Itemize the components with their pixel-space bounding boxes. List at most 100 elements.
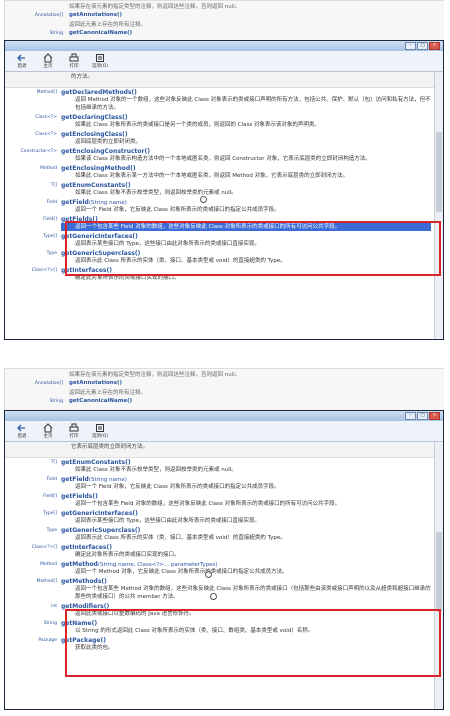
method-name-link[interactable]: getField [61, 199, 89, 206]
method-entry: Method[] getDeclaredMethods() 返回 Method 对象… [5, 88, 435, 113]
close-button[interactable]: ✕ [429, 412, 440, 420]
method-body: getMethods() 返回一个包含某些 Method 对象的数组，这些对象反映… [61, 578, 431, 601]
method-name-link[interactable]: getMethod [61, 561, 98, 568]
return-type[interactable]: Type [5, 527, 61, 542]
method-description: 如果该 Class 对象表示构造方法中的一个本地或匿名类，则返回 Constru… [75, 156, 371, 162]
return-type[interactable]: T[] [5, 182, 61, 197]
method-body: getMethod(String name, Class<?>... param… [61, 561, 431, 576]
minimize-button[interactable]: – [405, 42, 416, 50]
screenshot-bottom: 如果存在该元素的指定类型的注释，则返回这些注释，否则返回 null。 Annot… [4, 368, 444, 712]
return-type[interactable]: Class<?> [5, 131, 61, 146]
highlight-box [65, 221, 441, 276]
method-name-link[interactable]: getInterfaces() [61, 544, 112, 551]
method-description: 如果此 Class 对象不表示枚举类型，则返回枚举类的元素或 null。 [75, 190, 237, 196]
return-type[interactable]: Method[] [5, 89, 61, 112]
home-button[interactable]: 主页 [35, 423, 61, 439]
return-type[interactable]: Class<?>[] [5, 544, 61, 559]
return-type[interactable]: Constructor<?> [5, 148, 61, 163]
ghost-row: 如果存在该元素的指定类型的注释，则返回这些注释，否则返回 null。 [69, 3, 241, 10]
return-type[interactable]: Field[] [5, 493, 61, 508]
method-entry: Field[] getFields() 返回一个包含某些 Field 对象的数组，这… [5, 492, 435, 509]
doc-content: 的方法。 Method[] getDeclaredMethods() 返回 Meth… [5, 72, 435, 339]
printer-icon [69, 53, 79, 62]
ghost-row: 返回此元素上存在的所有注释。 [69, 21, 147, 28]
ghost-row: 返回此元素上存在的所有注释。 [69, 389, 147, 396]
method-name-link[interactable]: getGenericSuperclass() [61, 527, 140, 534]
method-description: 如果此 Class 对象表示某一方法中的一个本地或匿名类，则返回 Method … [75, 173, 349, 179]
return-type[interactable]: Package [5, 637, 61, 652]
method-entry: Field getField(String name) 返回一个 Field 对象，… [5, 198, 435, 215]
method-description: 返回底层类的立即封闭类。 [75, 139, 142, 145]
method-entry: Type getGenericSuperclass() 返回表示此 Class 所表… [5, 526, 435, 543]
method-name-link[interactable]: getDeclaredMethods() [61, 89, 137, 96]
method-entry: Class<?> getEnclosingClass() 返回底层类的立即封闭类。 [5, 130, 435, 147]
method-name-link[interactable]: getDeclaringClass() [61, 114, 128, 121]
print-button[interactable]: 打印 [61, 53, 87, 69]
method-name-link[interactable]: getEnumConstants() [61, 459, 131, 466]
highlight-box [65, 609, 441, 677]
method-body: getEnumConstants() 如果此 Class 对象不表示枚举类型，则返… [61, 459, 431, 474]
back-button[interactable]: 后退 [9, 53, 35, 69]
return-type[interactable]: Field [5, 199, 61, 214]
method-body: getGenericInterfaces() 返回表示某些接口的 Type，这些接… [61, 510, 431, 525]
help-window: – □ ✕ 后退 主页 打印 选项(O) 它表示底层类的立即封闭方法。 T[] … [4, 410, 444, 710]
scrollbar-thumb[interactable] [436, 532, 442, 612]
return-type[interactable]: String [5, 620, 61, 635]
toolbar: 后退 主页 打印 选项(O) [5, 421, 443, 442]
printer-icon [69, 423, 79, 432]
method-name-link[interactable]: getGenericInterfaces() [61, 510, 138, 517]
return-type[interactable]: int [5, 603, 61, 618]
method-entry: Type[] getGenericInterfaces() 返回表示某些接口的 Ty… [5, 509, 435, 526]
vertical-scrollbar[interactable] [434, 72, 443, 339]
options-button[interactable]: 选项(O) [87, 53, 113, 69]
minimize-button[interactable]: – [405, 412, 416, 420]
print-button[interactable]: 打印 [61, 423, 87, 439]
screenshot-top: 如果存在该元素的指定类型的注释，则返回这些注释，否则返回 null。 Annot… [4, 0, 444, 345]
scrollbar-thumb[interactable] [436, 132, 442, 212]
maximize-button[interactable]: □ [417, 42, 428, 50]
return-type[interactable]: Field [5, 476, 61, 491]
return-type[interactable]: Method [5, 165, 61, 180]
ghost-row: String getCanonicalName() [49, 397, 133, 404]
method-name-link[interactable]: getEnclosingClass() [61, 131, 128, 138]
return-type[interactable]: Class<?> [5, 114, 61, 129]
method-body: getField(String name) 返回一个 Field 对象，它反映此 … [61, 199, 431, 214]
method-description: 返回一个 Method 对象，它反映此 Class 对象所表示的类或接口的指定公… [75, 569, 288, 575]
method-entry: Class<?>[] getInterfaces() 确定此对象所表示的类或接口实现… [5, 543, 435, 560]
method-body: getDeclaringClass() 如果此 Class 对象所表示的类或接口是… [61, 114, 431, 129]
return-type[interactable]: Field[] [5, 216, 61, 231]
options-icon [96, 54, 104, 62]
options-icon [96, 424, 104, 432]
maximize-button[interactable]: □ [417, 412, 428, 420]
return-type[interactable]: T[] [5, 459, 61, 474]
home-button[interactable]: 主页 [35, 53, 61, 69]
title-bar: – □ ✕ [5, 41, 443, 51]
return-type[interactable]: Type[] [5, 510, 61, 525]
method-name-link[interactable]: getField [61, 476, 89, 483]
options-button[interactable]: 选项(O) [87, 423, 113, 439]
method-body: getDeclaredMethods() 返回 Method 对象的一个数组，这些… [61, 89, 431, 112]
method-name-link[interactable]: getFields() [61, 493, 98, 500]
method-body: getEnclosingClass() 返回底层类的立即封闭类。 [61, 131, 431, 146]
method-name-link[interactable]: getMethods() [61, 578, 107, 585]
back-arrow-icon [17, 54, 25, 62]
return-type[interactable]: Type [5, 250, 61, 265]
method-name-link[interactable]: getEnclosingConstructor() [61, 148, 150, 155]
method-name-link[interactable]: getEnclosingMethod() [61, 165, 136, 172]
method-description: 返回 Method 对象的一个数组，这些对象反映此 Class 对象表示的类或接… [75, 97, 431, 111]
ghost-row: String getCanonicalName() [49, 29, 133, 36]
return-type[interactable]: Class<?>[] [5, 267, 61, 282]
cursor-icon [205, 571, 212, 578]
method-description: 如果此 Class 对象所表示的类或接口是另一个类的成员，则返回的 Class … [75, 122, 320, 128]
method-description: 返回一个包含某些 Field 对象的数组，这些对象反映此 Class 对象所表示… [75, 501, 341, 507]
back-button[interactable]: 后退 [9, 423, 35, 439]
return-type[interactable]: Method[] [5, 578, 61, 601]
method-name-link[interactable]: getEnumConstants() [61, 182, 131, 189]
title-bar: – □ ✕ [5, 411, 443, 421]
return-type[interactable]: Method [5, 561, 61, 576]
return-type[interactable]: Type[] [5, 233, 61, 248]
method-entry: T[] getEnumConstants() 如果此 Class 对象不表示枚举类型… [5, 181, 435, 198]
close-button[interactable]: ✕ [429, 42, 440, 50]
method-description: 返回一个 Field 对象，它反映此 Class 对象所表示的类或接口的指定公共… [75, 484, 280, 490]
method-description: 返回一个包含某些 Method 对象的数组，这些对象反映此 Class 对象所表… [75, 586, 431, 600]
